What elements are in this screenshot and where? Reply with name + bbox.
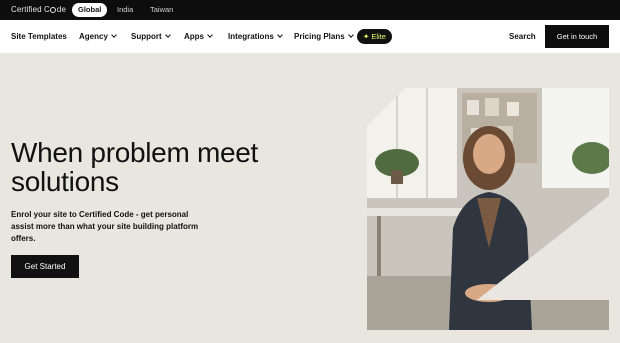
chevron-down-icon [347,32,354,38]
hero-subtext: Enrol your site to Certified Code - get … [11,210,199,243]
nav-agency[interactable]: Agency [79,31,117,42]
hero-photo [367,88,609,330]
region-global-tab[interactable]: Global [72,3,108,17]
nav-apps-label: Apps [184,32,204,41]
logo-text-suffix: de [56,5,66,14]
get-in-touch-button[interactable]: Get in touch [545,25,609,48]
chevron-down-icon [276,32,283,38]
search-link[interactable]: Search [509,31,536,42]
nav-pricing-plans-label: Pricing Plans [294,32,345,41]
nav-site-templates-label: Site Templates [11,32,67,41]
chevron-down-icon [111,32,117,38]
hero-headline: When problem meet solutions [11,137,259,197]
region-taiwan-tab[interactable]: Taiwan [150,3,173,17]
nav-support-label: Support [131,32,162,41]
sparkle-icon: ✦ [363,32,370,41]
nav-pricing-plans[interactable]: Pricing Plans [294,31,354,42]
nav-support[interactable]: Support [131,31,171,42]
nav-site-templates[interactable]: Site Templates [11,31,67,42]
nav-integrations[interactable]: Integrations [228,31,283,42]
chevron-down-icon [164,32,171,38]
top-bar: Certified C de Global India Taiwan [0,0,620,20]
elite-label: Elite [371,32,386,41]
nav-integrations-label: Integrations [228,32,274,41]
region-india-tab[interactable]: India [117,3,133,17]
logo-text-prefix: Certified C [11,5,50,14]
main-nav: Site Templates Agency Support Apps Integ… [0,20,620,53]
logo[interactable]: Certified C de [11,5,66,14]
elite-button[interactable]: ✦ Elite [357,29,392,44]
logo-o-icon [50,7,57,13]
nav-apps[interactable]: Apps [184,31,213,42]
nav-agency-label: Agency [79,32,108,41]
chevron-down-icon [207,32,213,38]
get-started-button[interactable]: Get Started [11,255,79,278]
